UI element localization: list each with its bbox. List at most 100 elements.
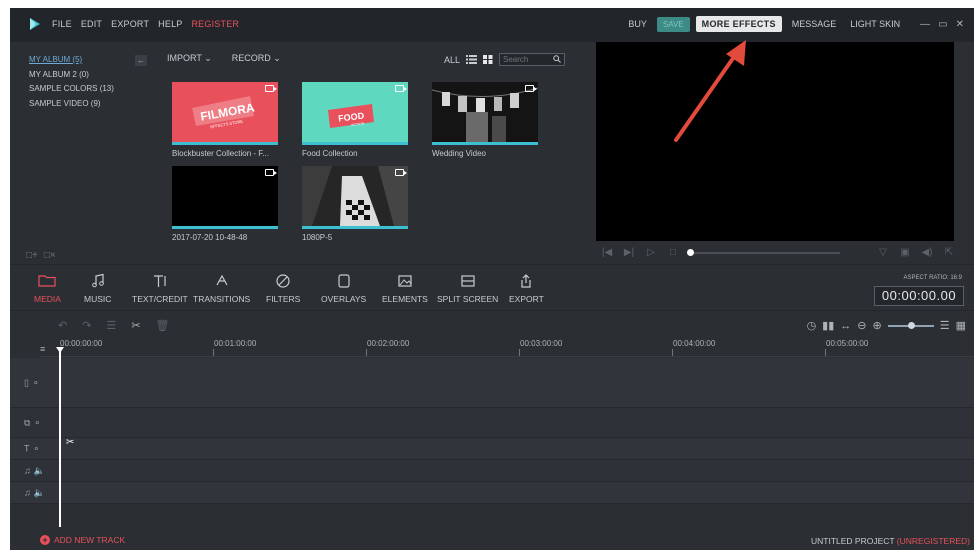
zoom-slider[interactable] (887, 321, 934, 329)
filter-all[interactable]: ALL (444, 55, 460, 65)
project-title: UNTITLED PROJECT (810, 536, 895, 546)
playback-controls: |◀ ▶| ▷ □ ▽ ▣ ◀) ⇱ (596, 241, 974, 264)
track-header: ♫ 🔈 (24, 465, 45, 476)
title-right-menu: BUY SAVE MORE EFFECTS MESSAGE LIGHT SKIN… (624, 16, 964, 32)
text-track[interactable]: T ⚬ (10, 438, 974, 460)
thumbnail-bar (432, 142, 538, 145)
maximize-icon[interactable]: ▭ (938, 19, 947, 30)
tool-music[interactable]: MUSIC (84, 273, 111, 304)
snapshot-icon[interactable]: ▣ (894, 247, 916, 258)
play-icon[interactable]: ▷ (640, 247, 662, 258)
timecode-display: 00:00:00.00 (874, 286, 964, 306)
split-screen-icon (461, 275, 475, 287)
remove-folder-icon[interactable]: □× (44, 250, 56, 261)
album-item[interactable]: MY ALBUM (5) (29, 53, 114, 68)
menu-file[interactable]: FILE (52, 19, 72, 29)
media-thumbnail[interactable]: FILMORA EFFECTS STORE Blockbuster Collec… (172, 82, 278, 158)
tool-filters[interactable]: FILTERS (266, 273, 300, 304)
speaker-icon[interactable]: 🔈 (34, 487, 45, 498)
progress-knob[interactable] (687, 248, 694, 256)
fit-timeline-icon[interactable]: ↔ (840, 320, 851, 332)
add-new-track-button[interactable]: + ADD NEW TRACK (40, 535, 125, 545)
library-toolbar: IMPORT ⌄ RECORD ⌄ (167, 53, 281, 64)
grid-view-icon[interactable] (483, 55, 493, 64)
message-link[interactable]: MESSAGE (788, 19, 841, 29)
album-item[interactable]: SAMPLE VIDEO (9) (29, 97, 114, 112)
settings-list-icon[interactable]: ☰ (106, 319, 116, 332)
project-name: UNTITLED PROJECT (UNREGISTERED) (811, 536, 970, 546)
tool-split-screen[interactable]: SPLIT SCREEN (437, 273, 498, 304)
timeline-right-tools: ◷ ▮▮ ↔ ⊖ ⊕ ☰ ▦ (807, 319, 966, 333)
add-icon: + (40, 535, 50, 545)
cut-icon[interactable]: ✂ (131, 319, 140, 332)
tool-overlays[interactable]: OVERLAYS (321, 273, 366, 304)
text-track-icon: T (24, 443, 30, 454)
music-track[interactable]: ♫ 🔈 (10, 482, 974, 504)
music-track[interactable]: ♫ 🔈 (10, 460, 974, 482)
grid-layout-icon[interactable]: ▦ (956, 319, 966, 332)
preview-progress-slider[interactable] (687, 248, 840, 256)
zoom-out-icon[interactable]: ⊖ (857, 319, 866, 332)
add-folder-icon[interactable]: □+ (26, 250, 38, 261)
media-thumbnail[interactable]: 2017-07-20 10-48-48 (172, 166, 278, 242)
tool-transitions[interactable]: TRANSITIONS (193, 273, 250, 304)
speed-icon[interactable]: ◷ (807, 319, 817, 332)
record-dropdown[interactable]: RECORD ⌄ (232, 53, 281, 64)
search-input[interactable]: Search (499, 53, 566, 66)
eye-icon[interactable]: ⚬ (32, 377, 40, 388)
fullscreen-icon[interactable]: ⇱ (938, 247, 960, 258)
album-item[interactable]: MY ALBUM 2 (0) (29, 68, 114, 83)
volume-icon[interactable]: ◀) (916, 247, 938, 258)
minimize-icon[interactable]: — (920, 19, 930, 30)
ruler-tick: 00:03:00:00 (518, 339, 563, 356)
menu-register[interactable]: REGISTER (191, 19, 239, 29)
playhead[interactable] (56, 347, 64, 527)
import-dropdown[interactable]: IMPORT ⌄ (167, 53, 212, 64)
undo-icon[interactable]: ↶ (58, 319, 67, 332)
delete-icon[interactable]: 🗑 (156, 319, 170, 332)
thumbnail-image (302, 166, 408, 226)
prev-frame-icon[interactable]: |◀ (596, 247, 618, 258)
pip-track-icon: ⧉ (24, 417, 31, 427)
eye-icon[interactable]: ⚬ (33, 417, 41, 428)
pip-track[interactable]: ⧉ ⚬ (10, 408, 974, 438)
eye-icon[interactable]: ⚬ (33, 443, 41, 454)
video-camera-icon (395, 85, 407, 92)
video-track[interactable]: ▯ ⚬ (10, 358, 974, 408)
menu-help[interactable]: HELP (158, 19, 182, 29)
speaker-icon[interactable]: 🔈 (34, 465, 45, 476)
thumbnail-bar (172, 226, 278, 229)
close-icon[interactable]: ✕ (956, 19, 964, 30)
save-button[interactable]: SAVE (656, 16, 690, 32)
album-item[interactable]: SAMPLE COLORS (13) (29, 82, 114, 97)
audio-mixer-icon[interactable]: ▮▮ (822, 319, 834, 332)
stop-icon[interactable]: □ (662, 247, 684, 258)
tool-elements[interactable]: ELEMENTS (382, 273, 428, 304)
scissors-icon[interactable]: ✂ (66, 437, 74, 448)
main-menu: FILE EDIT EXPORT HELP REGISTER (52, 19, 239, 29)
tool-label: SPLIT SCREEN (437, 294, 499, 304)
redo-icon[interactable]: ↷ (82, 319, 91, 332)
ruler-tick: 00:04:00:00 (671, 339, 716, 356)
media-thumbnail[interactable]: FOOD ACTION Food Collection (302, 82, 408, 158)
menu-export[interactable]: EXPORT (111, 19, 149, 29)
more-effects-button[interactable]: MORE EFFECTS (695, 16, 782, 32)
media-thumbnail[interactable]: Wedding Video (432, 82, 538, 158)
tool-media[interactable]: MEDIA (34, 273, 61, 304)
tool-text-credit[interactable]: TEXT/CREDIT (132, 273, 188, 304)
next-frame-icon[interactable]: ▶| (618, 247, 640, 258)
light-skin-link[interactable]: LIGHT SKIN (846, 19, 904, 29)
collapse-arrow-icon[interactable]: ← (135, 55, 147, 66)
tool-label: EXPORT (509, 294, 544, 304)
buy-link[interactable]: BUY (624, 19, 651, 29)
menu-edit[interactable]: EDIT (81, 19, 102, 29)
zoom-in-icon[interactable]: ⊕ (873, 319, 882, 332)
list-view-icon[interactable] (466, 55, 478, 64)
tool-export[interactable]: EXPORT (509, 273, 544, 304)
media-thumbnail[interactable]: 1080P-5 (302, 166, 408, 242)
list-layout-icon[interactable]: ☰ (940, 319, 950, 332)
title-bar: FILE EDIT EXPORT HELP REGISTER BUY SAVE … (10, 8, 974, 42)
add-track-label: ADD NEW TRACK (54, 535, 126, 545)
zoom-knob[interactable] (907, 321, 915, 329)
microphone-icon[interactable]: ▽ (872, 247, 894, 258)
